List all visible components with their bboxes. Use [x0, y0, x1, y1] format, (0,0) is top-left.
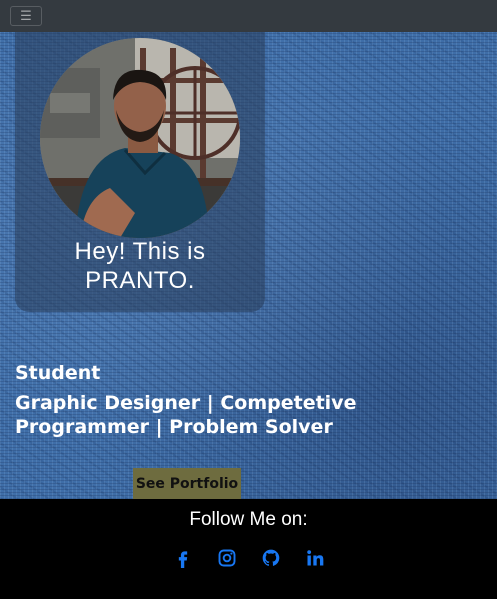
footer: Follow Me on: — [0, 499, 497, 599]
social-links — [0, 547, 497, 569]
hamburger-icon: ☰ — [20, 8, 32, 24]
hero-section: Hey! This is PRANTO. Student Graphic Des… — [0, 32, 497, 499]
facebook-icon[interactable] — [172, 547, 194, 569]
greeting-name: PRANTO. — [85, 267, 195, 294]
greeting-line-1: Hey! This is — [74, 238, 206, 265]
follow-me-label: Follow Me on: — [189, 509, 308, 530]
github-icon[interactable] — [260, 547, 282, 569]
instagram-icon[interactable] — [216, 547, 238, 569]
profile-photo — [40, 38, 240, 238]
profile-card: Hey! This is PRANTO. — [15, 32, 265, 312]
linkedin-icon[interactable] — [304, 547, 326, 569]
see-portfolio-button[interactable]: See Portfolio — [133, 468, 241, 499]
role-title: Student — [15, 362, 101, 384]
navbar-toggler-button[interactable]: ☰ — [10, 6, 42, 26]
role-detail: Graphic Designer | Competetive Programme… — [15, 392, 357, 438]
greeting-text: Hey! This is PRANTO. — [15, 237, 265, 295]
navbar: ☰ — [0, 0, 497, 32]
